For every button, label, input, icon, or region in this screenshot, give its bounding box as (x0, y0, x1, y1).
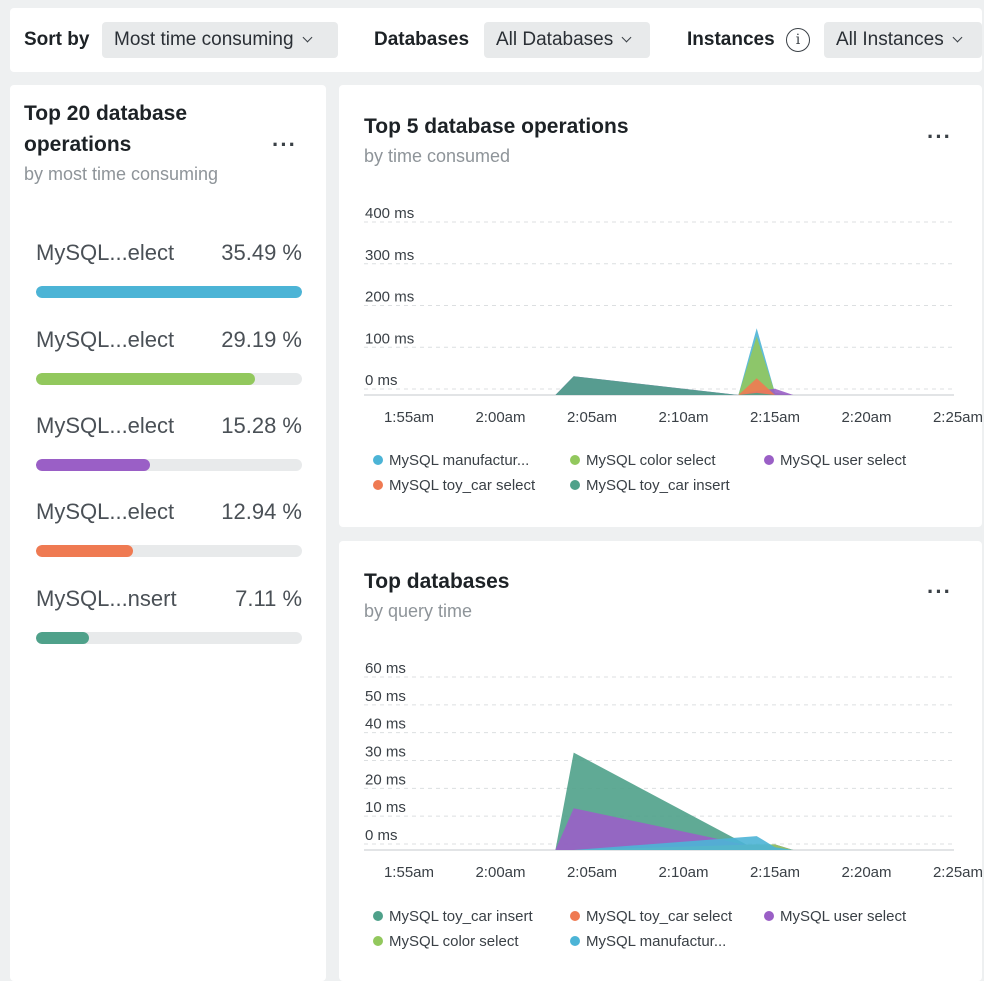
x-tick-label: 1:55am (384, 409, 434, 426)
x-tick-label: 2:00am (475, 864, 525, 881)
operation-name: MySQL...elect (36, 413, 175, 438)
x-tick-label: 2:20am (841, 864, 891, 881)
y-tick-label: 20 ms (365, 771, 406, 788)
operation-percent: 12.94 % (221, 499, 302, 524)
legend-label[interactable]: MySQL toy_car insert (389, 908, 533, 925)
y-tick-label: 60 ms (365, 660, 406, 677)
y-tick-label: 200 ms (365, 289, 414, 306)
databases-dropdown[interactable]: All Databases (484, 22, 650, 58)
x-tick-label: 2:25am (933, 864, 982, 881)
databases-label: Databases (374, 29, 470, 50)
top-operations-title: Top 20 database operations (24, 98, 187, 160)
operation-name: MySQL...nsert (36, 586, 177, 611)
operation-bar-fill (36, 545, 133, 557)
top-operations-subtitle: by most time consuming (24, 164, 219, 184)
x-tick-label: 2:05am (567, 864, 617, 881)
legend-label[interactable]: MySQL manufactur... (586, 933, 726, 950)
x-tick-label: 2:15am (750, 864, 800, 881)
y-tick-label: 100 ms (365, 330, 414, 347)
databases-value: All Databases (496, 29, 614, 50)
sort-by-value: Most time consuming (114, 29, 294, 50)
top-operations-title-line1: Top 20 database (24, 102, 187, 125)
legend-swatch (373, 936, 383, 946)
legend-swatch (373, 455, 383, 465)
y-tick-label: 300 ms (365, 247, 414, 264)
legend-label[interactable]: MySQL user select (780, 452, 907, 469)
operation-bar-track (36, 632, 302, 644)
operation-percent: 15.28 % (221, 413, 302, 438)
y-tick-label: 10 ms (365, 799, 406, 816)
x-tick-label: 1:55am (384, 864, 434, 881)
x-tick-label: 2:15am (750, 409, 800, 426)
legend-label[interactable]: MySQL toy_car insert (586, 477, 730, 494)
sort-by-label: Sort by (24, 29, 90, 50)
legend-swatch (764, 911, 774, 921)
chevron-down-icon (952, 32, 963, 43)
legend-swatch (570, 480, 580, 490)
instances-dropdown[interactable]: All Instances (824, 22, 982, 58)
operation-bar-fill (36, 373, 255, 385)
top-databases-card: Top databases by query time ··· 60 ms 50 … (339, 541, 982, 981)
info-icon[interactable]: i (786, 28, 810, 52)
operation-bar-fill (36, 286, 302, 298)
y-tick-label: 40 ms (365, 716, 406, 733)
legend-swatch (570, 455, 580, 465)
legend-label[interactable]: MySQL color select (389, 933, 519, 950)
legend-swatch (764, 455, 774, 465)
y-tick-label: 30 ms (365, 744, 406, 761)
x-tick-label: 2:10am (658, 864, 708, 881)
legend-swatch (570, 936, 580, 946)
instances-label: Instances (687, 29, 775, 50)
operation-name: MySQL...elect (36, 499, 175, 524)
x-tick-label: 2:10am (658, 409, 708, 426)
more-options-icon[interactable]: ··· (272, 134, 297, 156)
legend-label[interactable]: MySQL toy_car select (586, 908, 733, 925)
chevron-down-icon (621, 32, 632, 43)
x-tick-label: 2:00am (475, 409, 525, 426)
y-tick-label: 400 ms (365, 205, 414, 222)
x-tick-label: 2:25am (933, 409, 982, 426)
operation-bar-fill (36, 632, 90, 644)
x-tick-label: 2:20am (841, 409, 891, 426)
top-operations-card: Top 20 database operations by most time … (10, 85, 326, 981)
operation-bar-track (36, 459, 302, 471)
legend-label[interactable]: MySQL user select (780, 908, 907, 925)
operation-name: MySQL...elect (36, 240, 175, 265)
filter-toolbar: Sort by Most time consuming Databases Al… (10, 8, 982, 72)
operation-bar-fill (36, 459, 151, 471)
y-tick-label: 0 ms (365, 827, 398, 844)
operation-percent: 29.19 % (221, 327, 302, 352)
operation-bar-track (36, 286, 302, 298)
operation-percent: 35.49 % (221, 240, 302, 265)
y-tick-label: 50 ms (365, 688, 406, 705)
legend-label[interactable]: MySQL toy_car select (389, 477, 536, 494)
operation-name: MySQL...elect (36, 327, 175, 352)
y-tick-label: 0 ms (365, 372, 398, 389)
top-operations-title-line2: operations (24, 133, 132, 156)
operation-bar-track (36, 373, 302, 385)
legend-swatch (373, 480, 383, 490)
instances-value: All Instances (836, 29, 944, 50)
top5-operations-card: Top 5 database operations by time consum… (339, 85, 982, 527)
top5-area-chart: 400 ms 300 ms 200 ms 100 ms 0 ms 1:55am 2:00am… (364, 205, 982, 494)
sort-by-dropdown[interactable]: Most time consuming (102, 22, 338, 58)
x-tick-label: 2:05am (567, 409, 617, 426)
legend-label[interactable]: MySQL manufactur... (389, 452, 529, 469)
legend-label[interactable]: MySQL color select (586, 452, 716, 469)
operation-bar-track (36, 545, 302, 557)
legend-swatch (373, 911, 383, 921)
operation-percent: 7.11 % (235, 586, 302, 611)
topdb-area-chart: 60 ms 50 ms 40 ms 30 ms 20 ms 10 ms 0 ms 1:55am… (364, 660, 982, 950)
legend-swatch (570, 911, 580, 921)
chevron-down-icon (302, 32, 312, 43)
